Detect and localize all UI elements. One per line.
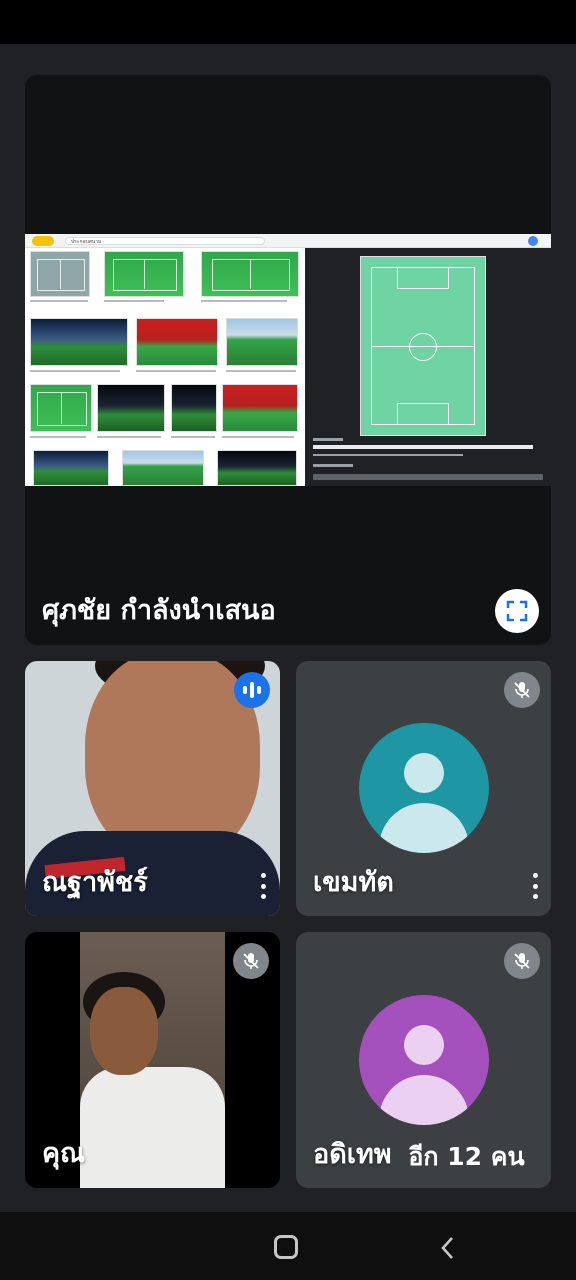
image-preview-panel: [305, 248, 551, 486]
result-thumbnail: [217, 450, 297, 486]
shared-search-text: ประกอบสนาม: [71, 239, 102, 245]
result-thumbnail: [33, 450, 109, 486]
result-thumbnail: [104, 251, 184, 297]
result-caption: [136, 370, 216, 372]
participant-name: เขมทัต: [313, 867, 394, 898]
result-thumbnail: [222, 384, 298, 432]
image-results-grid: [25, 248, 305, 486]
football-pitch-diagram: [360, 256, 486, 436]
result-thumbnail: [226, 318, 298, 366]
more-participants-button[interactable]: อีก 12 คน: [390, 1135, 543, 1179]
avatar-head: [404, 753, 444, 793]
result-caption: [104, 300, 164, 302]
avatar: [359, 995, 489, 1125]
mic-off-icon: [504, 672, 540, 708]
video-shirt: [80, 1067, 225, 1188]
participant-tile[interactable]: ณฐาพัชร์: [25, 661, 280, 916]
mic-off-icon: [233, 943, 269, 979]
result-thumbnail: [97, 384, 165, 432]
result-caption: [201, 300, 287, 302]
result-thumbnail: [201, 251, 299, 297]
result-caption: [97, 436, 161, 438]
pitch-center-circle: [409, 333, 437, 361]
panel-title-line: [313, 445, 533, 449]
result-caption: [226, 370, 296, 372]
avatar: [359, 723, 489, 853]
panel-source-line: [313, 438, 343, 441]
result-thumbnail: [122, 450, 204, 486]
home-button-icon[interactable]: [274, 1235, 298, 1259]
more-options-icon[interactable]: [531, 873, 539, 899]
result-caption: [30, 436, 86, 438]
presentation-tile[interactable]: ประกอบสนาม ศุภชัย กำลังนำเสนอ: [25, 75, 551, 645]
result-thumbnail: [171, 384, 217, 432]
avatar-body: [379, 1075, 469, 1125]
result-caption: [30, 300, 88, 302]
shared-browser-toolbar: ประกอบสนาม: [25, 234, 551, 248]
status-bar: [0, 0, 576, 44]
shared-account-avatar: [528, 236, 538, 246]
avatar-head: [404, 1025, 444, 1065]
participant-tile[interactable]: เขมทัต: [296, 661, 551, 916]
video-face: [90, 987, 158, 1075]
result-caption: [222, 436, 294, 438]
result-thumbnail: [30, 384, 92, 432]
result-caption: [171, 436, 215, 438]
panel-subtitle-line: [313, 454, 463, 456]
presenter-label: ศุภชัย กำลังนำเสนอ: [42, 595, 276, 626]
participant-name: ณฐาพัชร์: [42, 867, 148, 898]
participant-name: คุณ: [42, 1138, 86, 1169]
participant-tile-self[interactable]: คุณ: [25, 932, 280, 1188]
mic-off-icon: [504, 943, 540, 979]
result-caption: [30, 370, 120, 372]
result-thumbnail: [30, 251, 90, 297]
google-logo: [32, 236, 54, 246]
panel-related-strip: [313, 474, 543, 480]
result-thumbnail: [136, 318, 218, 366]
avatar-body: [379, 803, 469, 853]
panel-related-line: [313, 464, 353, 467]
fullscreen-button[interactable]: [495, 589, 539, 633]
participant-name: อดิเทพ: [313, 1139, 392, 1170]
result-thumbnail: [30, 318, 128, 366]
more-options-icon[interactable]: [259, 873, 267, 899]
speaking-indicator-icon: [234, 672, 270, 708]
shared-screen: ประกอบสนาม: [25, 234, 551, 486]
pitch-penalty-area: [397, 267, 449, 289]
pitch-penalty-area: [397, 403, 449, 425]
back-button-icon[interactable]: [440, 1236, 456, 1260]
fullscreen-icon: [506, 600, 528, 622]
